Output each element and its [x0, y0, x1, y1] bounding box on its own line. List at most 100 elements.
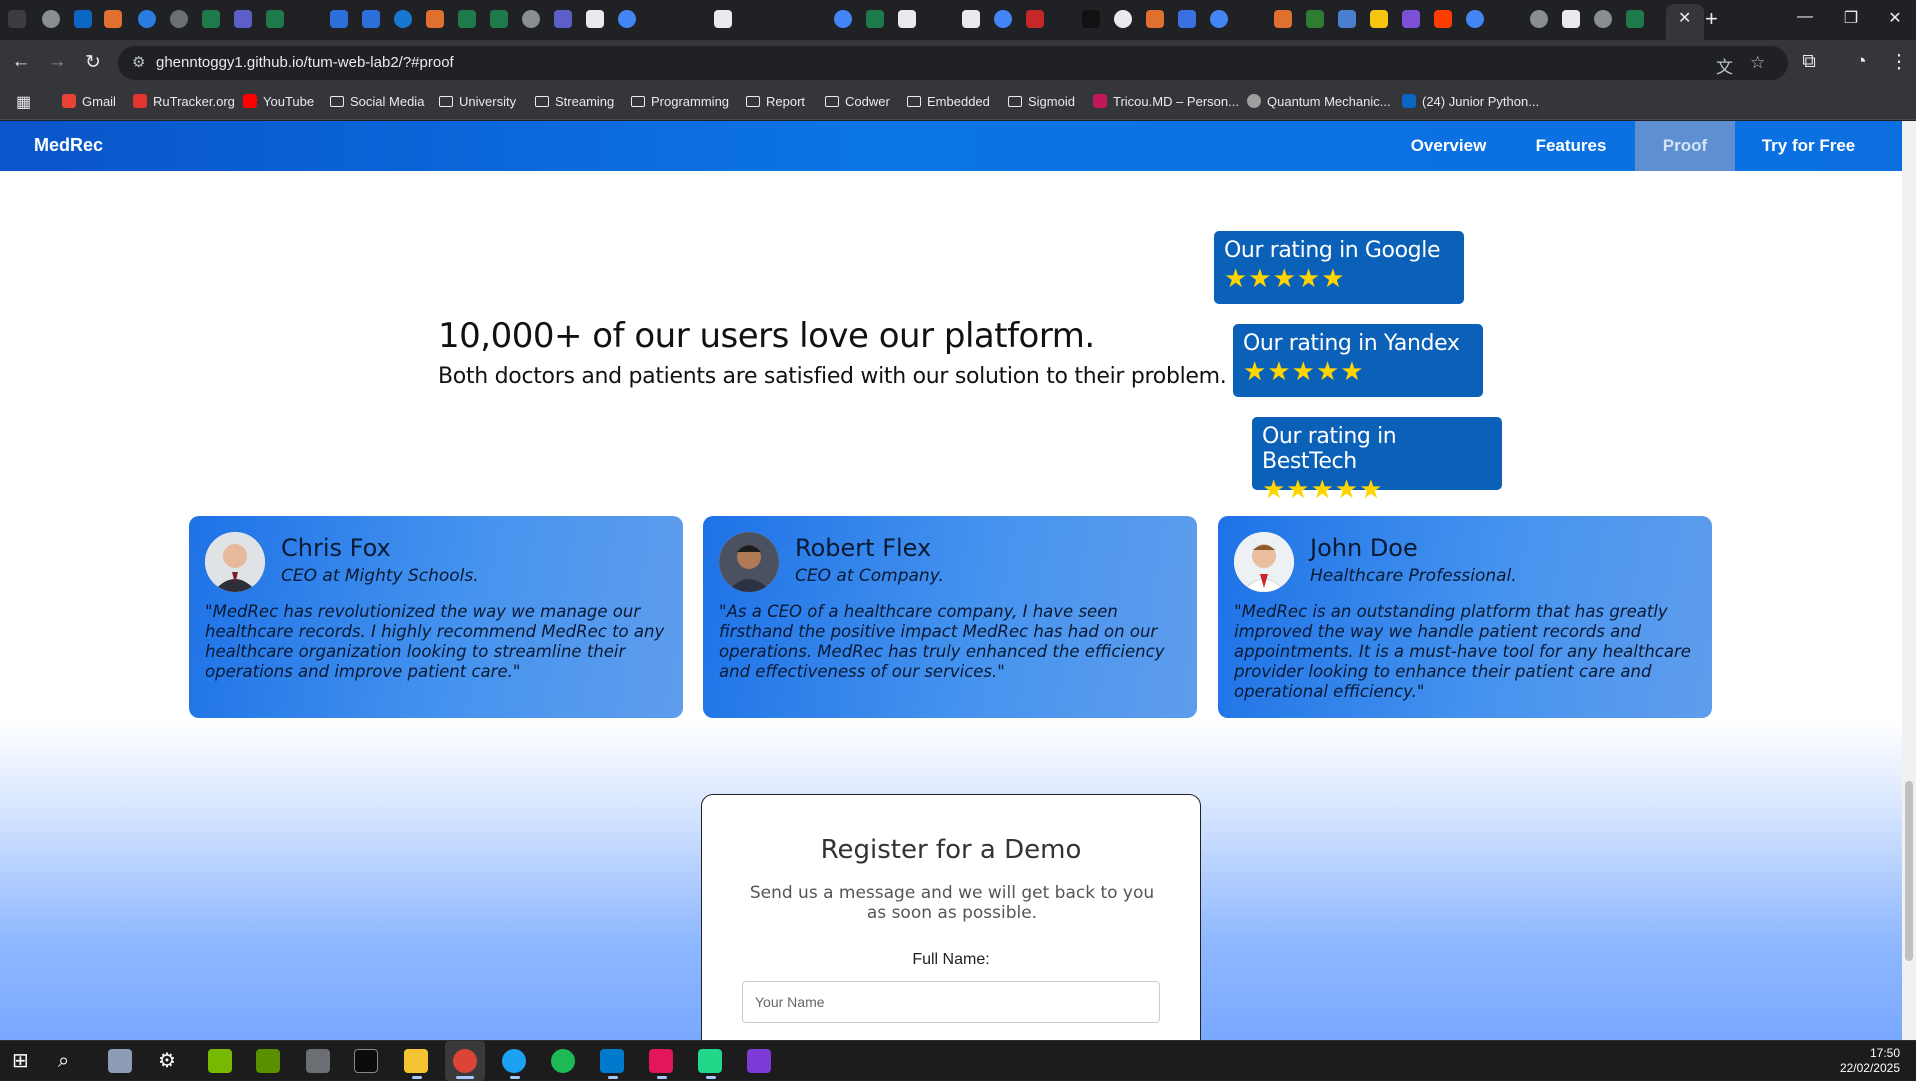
address-bar[interactable]: ⚙ ghenntoggy1.github.io/tum-web-lab2/?#p…	[118, 46, 1788, 80]
tab-favicon[interactable]	[898, 10, 916, 28]
profile-avatar-icon[interactable]: ◔	[1849, 51, 1873, 73]
tab-search-icon[interactable]	[8, 10, 26, 28]
search-icon[interactable]: ⌕	[58, 1049, 82, 1073]
system-clock[interactable]: 17:50 22/02/2025	[1840, 1046, 1900, 1076]
dev-tools-icon[interactable]	[747, 1049, 771, 1073]
tab-favicon[interactable]	[834, 10, 852, 28]
menu-icon[interactable]: ⋮	[1887, 51, 1911, 74]
settings-icon[interactable]: ⚙	[158, 1049, 182, 1073]
tab-favicon[interactable]	[618, 10, 636, 28]
start-icon[interactable]: ⊞	[12, 1049, 36, 1073]
tab-favicon[interactable]	[138, 10, 156, 28]
tab-favicon[interactable]	[554, 10, 572, 28]
tab-favicon[interactable]	[1306, 10, 1324, 28]
brand-logo[interactable]: MedRec	[34, 135, 103, 156]
bookmark-quantum[interactable]: Quantum Mechanic...	[1247, 94, 1391, 109]
browser-icon[interactable]	[502, 1049, 526, 1073]
terminal-icon[interactable]	[354, 1049, 378, 1073]
tab-favicon[interactable]	[490, 10, 508, 28]
tab-favicon[interactable]	[1402, 10, 1420, 28]
tab-favicon[interactable]	[1178, 10, 1196, 28]
spotify-icon[interactable]	[551, 1049, 575, 1073]
page-scrollbar[interactable]	[1902, 121, 1916, 1040]
bookmark-folder-streaming[interactable]: Streaming	[535, 94, 614, 109]
bookmark-folder-social-media[interactable]: Social Media	[330, 94, 424, 109]
reload-icon[interactable]: ↻	[81, 51, 105, 74]
bookmark-youtube[interactable]: YouTube	[243, 94, 314, 109]
tab-favicon[interactable]	[362, 10, 380, 28]
minimize-icon[interactable]: —	[1790, 8, 1820, 26]
back-icon[interactable]: ←	[9, 51, 33, 73]
nav-try-for-free[interactable]: Try for Free	[1735, 121, 1882, 171]
tab-favicon[interactable]	[1146, 10, 1164, 28]
tab-favicon[interactable]	[1082, 10, 1100, 28]
nvidia-icon[interactable]	[208, 1049, 232, 1073]
bookmark-folder-programming[interactable]: Programming	[631, 94, 729, 109]
new-tab-button[interactable]: +	[1705, 6, 1718, 32]
nav-features[interactable]: Features	[1507, 121, 1635, 171]
nav-overview[interactable]: Overview	[1390, 121, 1507, 171]
forward-icon[interactable]: →	[45, 51, 69, 73]
tab-favicon[interactable]	[74, 10, 92, 28]
tab-favicon[interactable]	[1370, 10, 1388, 28]
tab-favicon[interactable]	[1562, 10, 1580, 28]
pycharm-icon[interactable]	[698, 1049, 722, 1073]
chrome-icon[interactable]	[453, 1049, 477, 1073]
bookmark-gmail[interactable]: Gmail	[62, 94, 116, 109]
tab-favicon[interactable]	[266, 10, 284, 28]
bookmark-tricou[interactable]: Tricou.MD – Person...	[1093, 94, 1239, 109]
url-text[interactable]: ghenntoggy1.github.io/tum-web-lab2/?#pro…	[156, 54, 454, 71]
file-explorer-icon[interactable]	[404, 1049, 428, 1073]
tab-favicon[interactable]	[1274, 10, 1292, 28]
browser-toolbar: ← → ↻ ⚙ ghenntoggy1.github.io/tum-web-la…	[0, 40, 1916, 86]
tab-favicon[interactable]	[458, 10, 476, 28]
testimonial-quote: "MedRec has revolutionized the way we ma…	[205, 602, 665, 681]
tab-favicon[interactable]	[426, 10, 444, 28]
tab-favicon[interactable]	[962, 10, 980, 28]
file-manager-icon[interactable]	[108, 1049, 132, 1073]
translate-icon[interactable]: 文	[1716, 53, 1733, 78]
bookmark-linkedin[interactable]: (24) Junior Python...	[1402, 94, 1539, 109]
bookmark-star-icon[interactable]: ☆	[1750, 53, 1765, 73]
tab-favicon[interactable]	[170, 10, 188, 28]
tab-favicon[interactable]	[866, 10, 884, 28]
tab-favicon[interactable]	[586, 10, 604, 28]
bookmark-folder-codwer[interactable]: Codwer	[825, 94, 890, 109]
restore-icon[interactable]: ❐	[1836, 8, 1866, 28]
vscode-icon[interactable]	[600, 1049, 624, 1073]
close-window-icon[interactable]: ✕	[1880, 8, 1910, 28]
site-info-icon[interactable]: ⚙	[132, 53, 145, 71]
bookmark-folder-sigmoid[interactable]: Sigmoid	[1008, 94, 1075, 109]
tab-favicon[interactable]	[1594, 10, 1612, 28]
tab-favicon[interactable]	[1434, 10, 1452, 28]
tab-favicon[interactable]	[1114, 10, 1132, 28]
tab-favicon[interactable]	[1466, 10, 1484, 28]
nav-proof[interactable]: Proof	[1635, 121, 1735, 171]
tab-favicon[interactable]	[714, 10, 732, 28]
tab-favicon[interactable]	[1210, 10, 1228, 28]
bookmark-folder-report[interactable]: Report	[746, 94, 805, 109]
tab-favicon[interactable]	[1338, 10, 1356, 28]
app-icon[interactable]	[306, 1049, 330, 1073]
tab-favicon[interactable]	[994, 10, 1012, 28]
tab-favicon[interactable]	[42, 10, 60, 28]
bookmark-rutracker[interactable]: RuTracker.org	[133, 94, 235, 109]
tab-favicon[interactable]	[104, 10, 122, 28]
close-tab-icon[interactable]: ✕	[1678, 10, 1691, 28]
tab-favicon[interactable]	[394, 10, 412, 28]
tab-favicon[interactable]	[522, 10, 540, 28]
tab-favicon[interactable]	[1626, 10, 1644, 28]
tab-favicon[interactable]	[330, 10, 348, 28]
full-name-input[interactable]	[742, 981, 1160, 1023]
intellij-icon[interactable]	[649, 1049, 673, 1073]
nvidia-settings-icon[interactable]	[256, 1049, 280, 1073]
scrollbar-thumb[interactable]	[1905, 781, 1913, 961]
extensions-icon[interactable]: ⧉	[1797, 51, 1821, 73]
bookmark-folder-embedded[interactable]: Embedded	[907, 94, 990, 109]
tab-favicon[interactable]	[1026, 10, 1044, 28]
tab-favicon[interactable]	[234, 10, 252, 28]
tab-favicon[interactable]	[1530, 10, 1548, 28]
bookmark-folder-university[interactable]: University	[439, 94, 516, 109]
apps-grid-icon[interactable]: ▦	[16, 92, 31, 112]
tab-favicon[interactable]	[202, 10, 220, 28]
